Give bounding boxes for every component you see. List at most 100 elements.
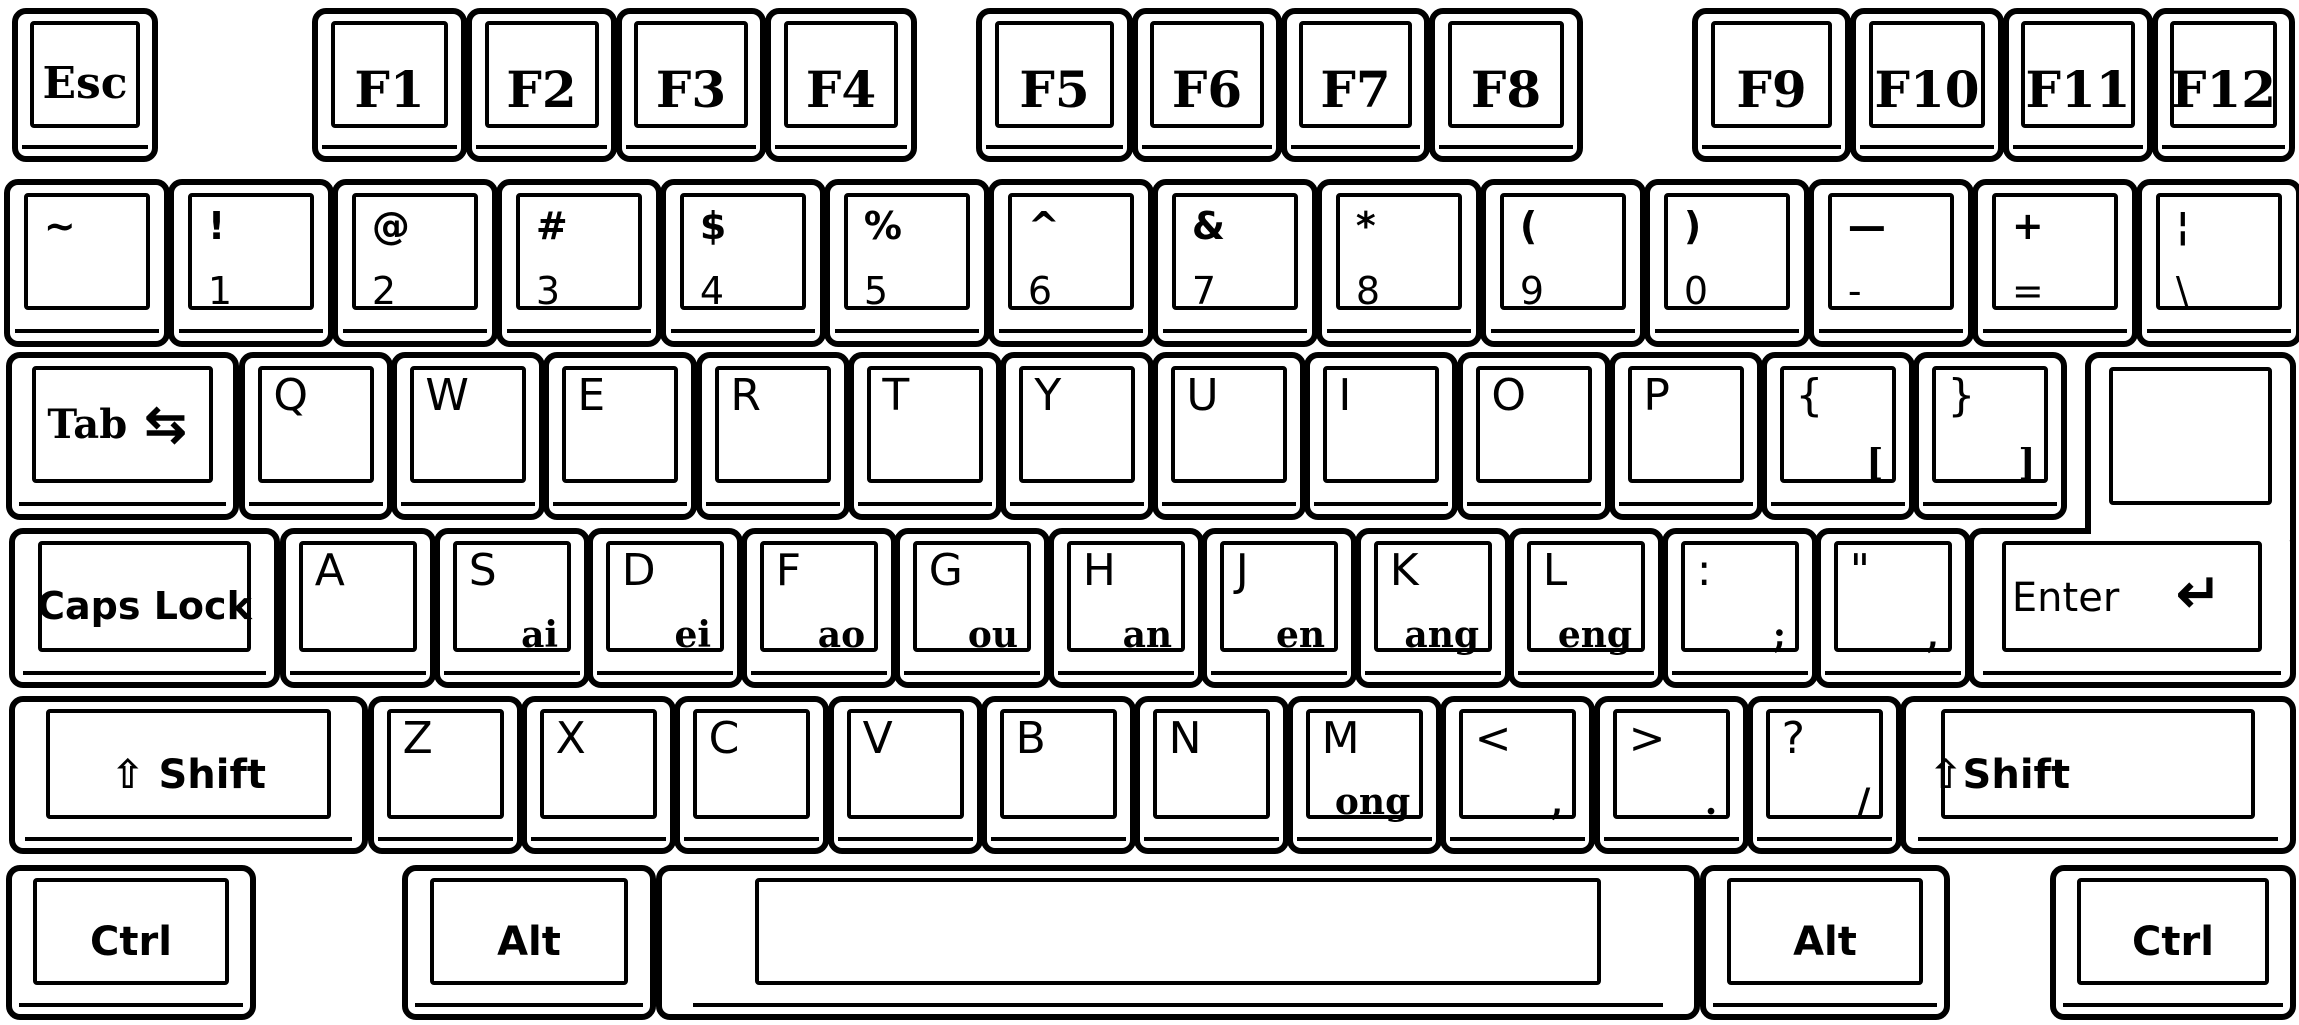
key-s[interactable]: Sai xyxy=(434,528,590,688)
key-label: Ctrl xyxy=(90,919,172,966)
key-b[interactable]: B xyxy=(981,696,1136,854)
key-label: 5 xyxy=(863,269,889,314)
key-punct-10[interactable]: ", xyxy=(1815,528,1971,688)
key-bracket-10[interactable]: {[ xyxy=(1761,352,1915,520)
key-j[interactable]: Jen xyxy=(1201,528,1357,688)
key-pinyin-label: ou xyxy=(967,613,1019,656)
key-pinyin-label: an xyxy=(1122,613,1173,656)
key-punct-8[interactable]: >. xyxy=(1594,696,1749,854)
key-number-9[interactable]: (9 xyxy=(1480,179,1646,347)
key-bracket-11[interactable]: }] xyxy=(1913,352,2067,520)
key-v[interactable]: V xyxy=(828,696,983,854)
key-f1[interactable]: F1 xyxy=(312,8,467,162)
key-punct-7[interactable]: <, xyxy=(1440,696,1595,854)
key-label: K xyxy=(1389,544,1419,596)
key-m[interactable]: Mong xyxy=(1287,696,1442,854)
key-number-6[interactable]: ^ 6 xyxy=(988,179,1154,347)
key-label: F8 xyxy=(1470,60,1542,120)
key-punct-9[interactable]: ? / xyxy=(1747,696,1902,854)
key-label: C xyxy=(708,712,740,764)
key-enter-upper[interactable] xyxy=(2085,352,2296,542)
key-f[interactable]: Fao xyxy=(741,528,897,688)
key-number-0[interactable]: ~ xyxy=(4,179,170,347)
key-tab[interactable]: Tab ⇆ xyxy=(6,352,239,520)
key-o[interactable]: O xyxy=(1457,352,1611,520)
key-number-4[interactable]: $4 xyxy=(660,179,826,347)
key-shift-label: + xyxy=(2011,203,2044,248)
key-label: 1 xyxy=(207,269,233,314)
key-right-shift[interactable]: ⇧Shift xyxy=(1900,696,2296,854)
key-f3[interactable]: F3 xyxy=(616,8,766,162)
key-label: H xyxy=(1082,544,1116,596)
key-y[interactable]: Y xyxy=(1000,352,1154,520)
key-sub-label: [ xyxy=(1866,442,1884,485)
key-z[interactable]: Z xyxy=(368,696,523,854)
key-right-alt[interactable]: Alt xyxy=(1700,865,1950,1020)
key-f5[interactable]: F5 xyxy=(976,8,1133,162)
key-sub-label: ong xyxy=(1334,780,1411,823)
key-pinyin-label: ang xyxy=(1404,613,1480,656)
key-shift-label: ) xyxy=(1683,203,1702,248)
key-shift-label: & xyxy=(1191,203,1226,248)
key-c[interactable]: C xyxy=(674,696,829,854)
key-f7[interactable]: F7 xyxy=(1281,8,1430,162)
key-number-10[interactable]: ) 0 xyxy=(1644,179,1810,347)
key-f10[interactable]: F10 xyxy=(1850,8,2004,162)
key-caps-lock[interactable]: Caps Lock xyxy=(9,528,280,688)
key-label: Esc xyxy=(42,58,128,110)
key-enter[interactable]: Enter ↵ xyxy=(1968,528,2296,688)
key-left-alt[interactable]: Alt xyxy=(402,865,656,1020)
key-label: L xyxy=(1542,544,1568,596)
key-label: F7 xyxy=(1320,60,1391,120)
key-left-shift[interactable]: ⇧ Shift xyxy=(9,696,368,854)
key-i[interactable]: I xyxy=(1304,352,1458,520)
key-n[interactable]: N xyxy=(1134,696,1289,854)
key-label: Q xyxy=(273,369,309,421)
key-e[interactable]: E xyxy=(543,352,697,520)
key-left-ctrl[interactable]: Ctrl xyxy=(6,865,256,1020)
key-space[interactable] xyxy=(656,865,1700,1020)
key-punct-9[interactable]: :; xyxy=(1662,528,1818,688)
key-number-8[interactable]: * 8 xyxy=(1316,179,1482,347)
tab-arrows-icon: ⇆ xyxy=(144,395,187,452)
key-right-ctrl[interactable]: Ctrl xyxy=(2050,865,2296,1020)
key-f9[interactable]: F9 xyxy=(1692,8,1851,162)
key-shift-label: ^ xyxy=(1027,203,1060,248)
key-f2[interactable]: F2 xyxy=(466,8,617,162)
key-label: F10 xyxy=(1874,60,1980,120)
key-number-12[interactable]: + = xyxy=(1972,179,2138,347)
key-number-7[interactable]: & 7 xyxy=(1152,179,1318,347)
key-number-3[interactable]: #3 xyxy=(496,179,662,347)
key-p[interactable]: P xyxy=(1609,352,1763,520)
key-h[interactable]: Han xyxy=(1048,528,1204,688)
key-a[interactable]: A xyxy=(280,528,436,688)
key-w[interactable]: W xyxy=(391,352,545,520)
key-sub-label: / xyxy=(1857,780,1871,823)
key-number-1[interactable]: ! 1 xyxy=(168,179,334,347)
key-f12[interactable]: F12 xyxy=(2152,8,2295,162)
key-l[interactable]: Leng xyxy=(1508,528,1664,688)
key-u[interactable]: U xyxy=(1152,352,1306,520)
key-f8[interactable]: F8 xyxy=(1429,8,1583,162)
key-label: 3 xyxy=(535,269,561,314)
key-number-2[interactable]: @2 xyxy=(332,179,498,347)
key-label: F2 xyxy=(506,60,577,120)
key-esc[interactable]: Esc xyxy=(12,8,158,162)
key-f6[interactable]: F6 xyxy=(1132,8,1282,162)
key-f4[interactable]: F4 xyxy=(765,8,917,162)
key-r[interactable]: R xyxy=(696,352,850,520)
key-number-11[interactable]: — - xyxy=(1808,179,1974,347)
key-k[interactable]: Kang xyxy=(1355,528,1511,688)
key-label: } xyxy=(1947,369,1976,421)
key-label: F9 xyxy=(1736,60,1807,120)
key-t[interactable]: T xyxy=(848,352,1002,520)
key-f11[interactable]: F11 xyxy=(2003,8,2153,162)
key-d[interactable]: Dei xyxy=(587,528,743,688)
key-number-5[interactable]: % 5 xyxy=(824,179,990,347)
key-number-13[interactable]: ¦ \ xyxy=(2136,179,2299,347)
key-shift-label: @ xyxy=(371,203,410,248)
key-x[interactable]: X xyxy=(521,696,676,854)
key-g[interactable]: Gou xyxy=(894,528,1050,688)
key-q[interactable]: Q xyxy=(239,352,393,520)
key-label: W xyxy=(425,369,469,421)
